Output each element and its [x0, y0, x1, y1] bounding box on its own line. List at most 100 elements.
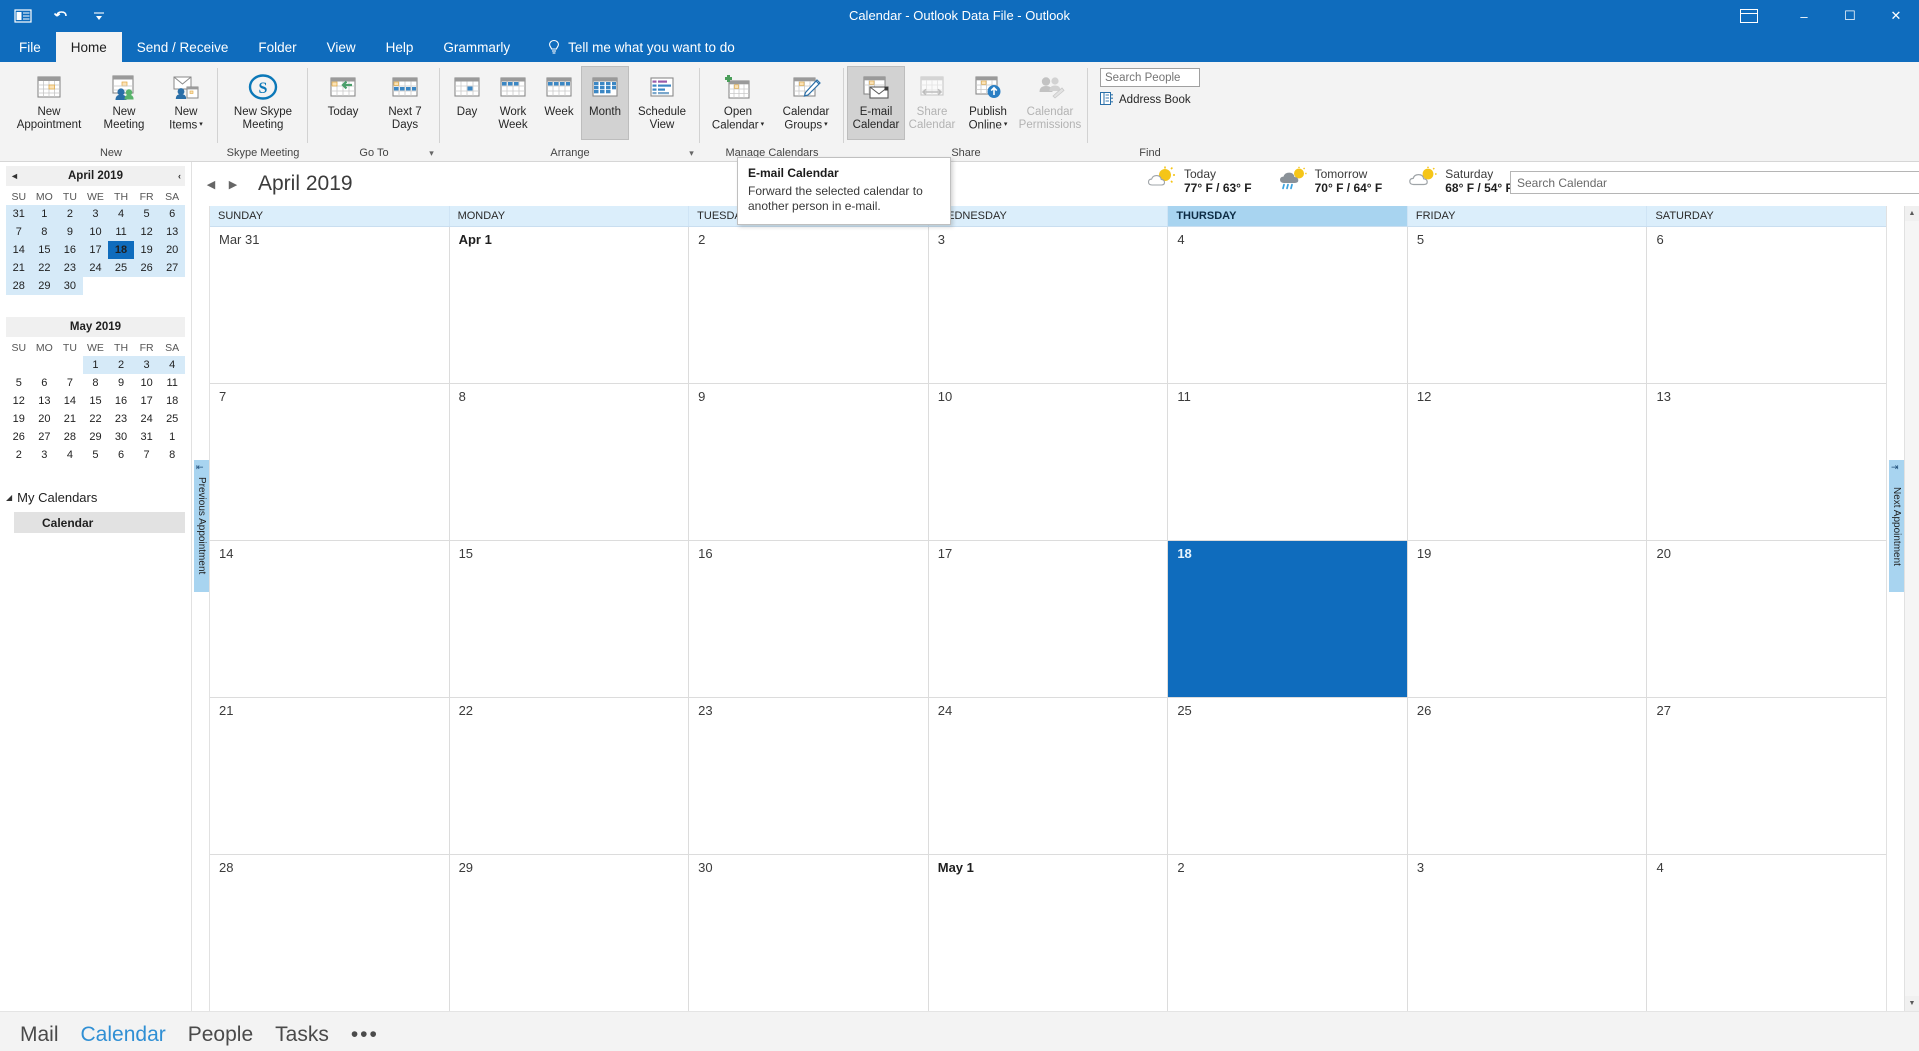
- mini-cal-day[interactable]: 16: [108, 392, 134, 410]
- mini-cal-day[interactable]: 8: [31, 223, 58, 241]
- day-cell-selected[interactable]: 18: [1168, 541, 1408, 697]
- mini-cal-day[interactable]: 11: [108, 223, 134, 241]
- mini-cal-day[interactable]: 24: [134, 410, 160, 428]
- mini-cal-day[interactable]: 15: [31, 241, 58, 259]
- mini-cal-day[interactable]: 22: [31, 259, 58, 277]
- day-cell[interactable]: 23: [689, 698, 929, 854]
- mini-cal-day[interactable]: 17: [134, 392, 160, 410]
- mini-cal-day[interactable]: 23: [57, 259, 83, 277]
- mini-cal-day[interactable]: 28: [6, 277, 32, 295]
- new-meeting-button[interactable]: New Meeting: [90, 67, 158, 139]
- mini-cal-day-selected[interactable]: 18: [108, 241, 134, 259]
- day-cell[interactable]: 22: [450, 698, 690, 854]
- previous-month-button[interactable]: ◀: [200, 172, 222, 196]
- nav-tasks[interactable]: Tasks: [275, 1023, 329, 1047]
- day-cell[interactable]: 15: [450, 541, 690, 697]
- mini-cal-day[interactable]: 2: [108, 356, 134, 374]
- day-cell[interactable]: 26: [1408, 698, 1648, 854]
- tab-folder[interactable]: Folder: [243, 32, 311, 62]
- mini-cal-day[interactable]: 1: [159, 428, 185, 446]
- work-week-view-button[interactable]: Work Week: [490, 67, 536, 139]
- tab-home[interactable]: Home: [55, 32, 122, 62]
- mini-cal-day[interactable]: 6: [32, 374, 58, 392]
- maximize-button[interactable]: ☐: [1827, 0, 1873, 32]
- mini-cal-day[interactable]: 7: [134, 446, 160, 464]
- day-cell[interactable]: 9: [689, 384, 929, 540]
- weather-today[interactable]: Today 77° F / 63° F: [1147, 166, 1252, 195]
- day-cell[interactable]: 13: [1647, 384, 1886, 540]
- day-cell[interactable]: 25: [1168, 698, 1408, 854]
- ribbon-display-options-icon[interactable]: [1729, 0, 1769, 32]
- day-cell[interactable]: 2: [689, 227, 929, 383]
- day-cell[interactable]: 16: [689, 541, 929, 697]
- date-nav-collapse-icon[interactable]: ‹: [178, 171, 181, 181]
- mini-cal-day[interactable]: 13: [159, 223, 185, 241]
- vertical-scrollbar[interactable]: ▲ ▼: [1904, 206, 1919, 1011]
- calendar-list-item[interactable]: Calendar: [14, 512, 185, 533]
- mini-cal-day[interactable]: 8: [159, 446, 185, 464]
- new-skype-meeting-button[interactable]: S New Skype Meeting: [222, 67, 304, 139]
- mini-cal-day[interactable]: 29: [83, 428, 109, 446]
- nav-people[interactable]: People: [188, 1023, 253, 1047]
- day-cell[interactable]: 11: [1168, 384, 1408, 540]
- mini-cal-day[interactable]: 3: [82, 205, 109, 223]
- mini-cal-day[interactable]: 4: [108, 205, 134, 223]
- customize-quick-access-toolbar-icon[interactable]: [88, 5, 110, 27]
- mini-cal-day[interactable]: 28: [57, 428, 83, 446]
- mini-cal-day[interactable]: 25: [159, 410, 185, 428]
- mini-cal-day[interactable]: 17: [82, 241, 109, 259]
- next-appointment-peek[interactable]: Next Appointment ⇥: [1886, 206, 1904, 1011]
- email-calendar-button[interactable]: E-mail Calendar: [847, 66, 905, 140]
- my-calendars-header[interactable]: ◢ My Calendars: [6, 486, 185, 508]
- mini-cal-day[interactable]: 21: [57, 410, 83, 428]
- arrange-dialog-launcher[interactable]: ▾: [685, 147, 698, 160]
- day-cell[interactable]: 29: [450, 855, 690, 1011]
- mini-cal-day[interactable]: 6: [108, 446, 134, 464]
- day-cell[interactable]: 19: [1408, 541, 1648, 697]
- new-items-button[interactable]: New Items ▾: [158, 67, 214, 139]
- mini-cal-day[interactable]: 20: [32, 410, 58, 428]
- undo-icon[interactable]: [50, 5, 72, 27]
- mini-cal-day[interactable]: 13: [32, 392, 58, 410]
- mini-cal-day[interactable]: 26: [133, 259, 160, 277]
- day-cell[interactable]: 21: [210, 698, 450, 854]
- minimize-button[interactable]: –: [1781, 0, 1827, 32]
- day-cell[interactable]: 10: [929, 384, 1169, 540]
- search-input[interactable]: [1511, 175, 1919, 190]
- mini-cal-day[interactable]: 19: [6, 410, 32, 428]
- mini-cal-day[interactable]: 1: [82, 356, 109, 374]
- mini-cal-day[interactable]: 1: [31, 205, 58, 223]
- nav-calendar[interactable]: Calendar: [81, 1023, 166, 1047]
- day-cell[interactable]: 20: [1647, 541, 1886, 697]
- next-7-days-button[interactable]: Next 7 Days: [374, 67, 436, 139]
- mini-cal-day[interactable]: 9: [57, 223, 83, 241]
- weather-saturday[interactable]: Saturday 68° F / 54° F: [1408, 166, 1513, 195]
- day-cell[interactable]: 17: [929, 541, 1169, 697]
- day-cell[interactable]: 24: [929, 698, 1169, 854]
- week-view-button[interactable]: Week: [536, 67, 582, 139]
- mini-cal-day[interactable]: 10: [134, 374, 160, 392]
- mini-cal-day[interactable]: 14: [57, 392, 83, 410]
- address-book-button[interactable]: Address Book: [1100, 92, 1191, 108]
- day-view-button[interactable]: Day: [444, 67, 490, 139]
- schedule-view-button[interactable]: Schedule View: [628, 67, 696, 139]
- day-cell[interactable]: 27: [1647, 698, 1886, 854]
- mini-cal-day[interactable]: 27: [32, 428, 58, 446]
- scroll-down-icon[interactable]: ▼: [1905, 996, 1919, 1011]
- day-cell[interactable]: 2: [1168, 855, 1408, 1011]
- mini-cal-day[interactable]: 31: [6, 205, 32, 223]
- mini-cal-day[interactable]: 3: [32, 446, 58, 464]
- mini-cal-day[interactable]: 15: [83, 392, 109, 410]
- calendar-groups-button[interactable]: Calendar Groups ▾: [772, 67, 840, 139]
- mini-cal-day[interactable]: 12: [133, 223, 160, 241]
- new-appointment-button[interactable]: New Appointment: [8, 67, 90, 139]
- scroll-up-icon[interactable]: ▲: [1905, 206, 1919, 221]
- tab-file[interactable]: File: [4, 32, 56, 62]
- day-cell[interactable]: 4: [1168, 227, 1408, 383]
- tab-send-receive[interactable]: Send / Receive: [122, 32, 244, 62]
- day-cell[interactable]: 3: [1408, 855, 1648, 1011]
- mini-cal-day[interactable]: 24: [82, 259, 109, 277]
- mini-cal-day[interactable]: 3: [133, 356, 160, 374]
- mini-cal-day[interactable]: 22: [83, 410, 109, 428]
- day-cell[interactable]: 8: [450, 384, 690, 540]
